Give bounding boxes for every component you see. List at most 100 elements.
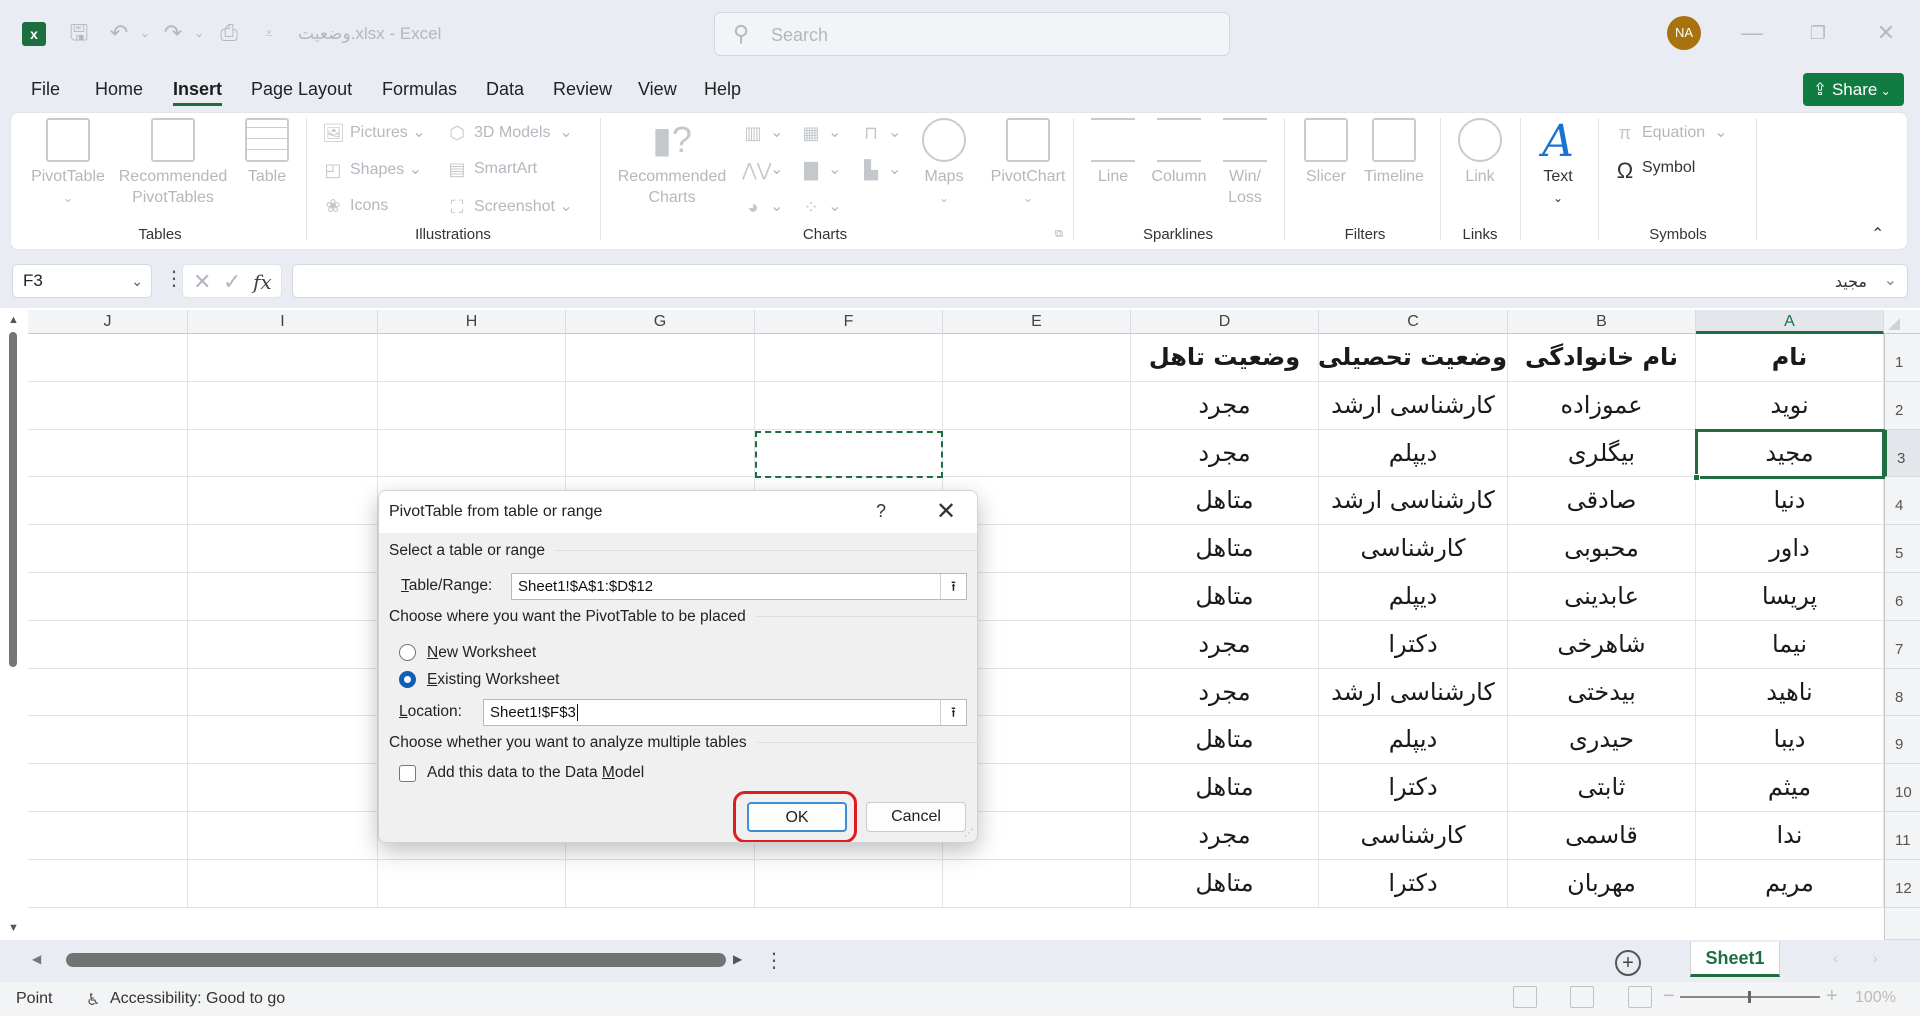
column-header-c[interactable]: C bbox=[1319, 310, 1508, 334]
table-cell[interactable] bbox=[188, 764, 378, 812]
table-cell[interactable]: کارشناسی bbox=[1319, 812, 1508, 860]
scroll-down-icon[interactable]: ▼ bbox=[8, 922, 19, 934]
prev-sheet-icon[interactable]: ‹ bbox=[1833, 950, 1838, 966]
smartart-button[interactable]: ▤ SmartArt bbox=[446, 159, 537, 179]
header-cell[interactable]: وضعیت تاهل bbox=[1131, 334, 1319, 382]
table-cell[interactable]: نیما bbox=[1696, 620, 1884, 669]
column-header-a[interactable]: A bbox=[1696, 310, 1884, 334]
zoom-out-icon[interactable]: − bbox=[1663, 985, 1675, 1008]
existing-worksheet-label[interactable]: Existing Worksheet bbox=[427, 671, 559, 689]
table-cell[interactable] bbox=[566, 429, 755, 478]
header-cell[interactable]: نام خانوادگی bbox=[1508, 334, 1696, 382]
expand-formula-icon[interactable]: ⌄ bbox=[1884, 270, 1897, 290]
column-header-j[interactable]: J bbox=[28, 310, 188, 334]
table-cell[interactable] bbox=[943, 381, 1131, 430]
table-cell[interactable] bbox=[28, 525, 188, 573]
formula-input[interactable]: مجید ⌄ bbox=[292, 264, 1908, 298]
pivottable-button[interactable]: PivotTable ⌄ bbox=[26, 118, 110, 209]
table-cell[interactable]: دکترا bbox=[1319, 859, 1508, 908]
page-layout-view-icon[interactable] bbox=[1570, 986, 1594, 1008]
table-cell[interactable] bbox=[28, 716, 188, 765]
maps-button[interactable]: Maps ⌄ bbox=[916, 118, 972, 209]
table-cell[interactable]: پریسا bbox=[1696, 573, 1884, 621]
data-model-label[interactable]: Add this data to the Data Model bbox=[427, 764, 644, 782]
tab-help[interactable]: Help bbox=[704, 78, 741, 106]
scatter-chart-button[interactable]: ⁘ ⌄ bbox=[800, 196, 841, 217]
scroll-right-icon[interactable]: ▶ bbox=[733, 952, 742, 966]
sparkline-column-button[interactable]: Column bbox=[1146, 118, 1212, 187]
row-header[interactable]: 1 bbox=[1884, 334, 1920, 382]
pie-chart-button[interactable]: ◕ ⌄ bbox=[742, 196, 784, 217]
table-cell[interactable] bbox=[188, 429, 378, 478]
table-cell[interactable]: متاهل bbox=[1131, 859, 1319, 908]
statistic-chart-button[interactable]: ▇ ⌄ bbox=[800, 159, 841, 180]
link-button[interactable]: Link bbox=[1452, 118, 1508, 187]
timeline-button[interactable]: Timeline bbox=[1358, 118, 1430, 187]
table-cell[interactable]: دنیا bbox=[1696, 477, 1884, 526]
text-button[interactable]: A Text ⌄ bbox=[1530, 118, 1586, 209]
table-cell[interactable] bbox=[378, 381, 566, 430]
table-cell[interactable]: کارشناسی ارشد bbox=[1319, 381, 1508, 430]
charts-dialog-launcher-icon[interactable]: ⧉ bbox=[1055, 228, 1063, 241]
table-cell[interactable] bbox=[28, 764, 188, 812]
table-cell[interactable] bbox=[378, 859, 566, 908]
row-header[interactable]: 4 bbox=[1884, 477, 1920, 526]
collapse-dialog-icon[interactable]: ⭱ bbox=[940, 574, 966, 599]
save-icon[interactable]: 🖫 bbox=[66, 20, 92, 46]
slicer-button[interactable]: Slicer bbox=[1298, 118, 1354, 187]
table-cell[interactable]: قاسمی bbox=[1508, 812, 1696, 860]
row-header[interactable]: 11 bbox=[1884, 812, 1920, 860]
table-cell[interactable]: کارشناسی ارشد bbox=[1319, 668, 1508, 717]
table-cell[interactable] bbox=[943, 859, 1131, 908]
header-cell[interactable] bbox=[943, 334, 1131, 382]
symbol-button[interactable]: Ω Symbol bbox=[1614, 158, 1696, 183]
collapse-dialog-icon[interactable]: ⭱ bbox=[940, 700, 966, 725]
minimize-icon[interactable]: — bbox=[1732, 18, 1772, 48]
scroll-up-icon[interactable]: ▲ bbox=[8, 314, 19, 326]
column-header-i[interactable]: I bbox=[188, 310, 378, 334]
undo-icon[interactable]: ↶ bbox=[106, 20, 132, 46]
header-cell[interactable] bbox=[28, 334, 188, 382]
table-cell[interactable] bbox=[188, 668, 378, 717]
table-cell[interactable] bbox=[28, 429, 188, 478]
table-cell[interactable]: عابدینی bbox=[1508, 573, 1696, 621]
tab-file[interactable]: File bbox=[31, 78, 60, 106]
shapes-button[interactable]: ◰ Shapes ⌄ bbox=[322, 159, 422, 180]
row-header[interactable]: 12 bbox=[1884, 859, 1920, 908]
row-header[interactable] bbox=[1884, 907, 1920, 940]
screenshot-button[interactable]: ⛶ Screenshot ⌄ bbox=[446, 196, 573, 217]
table-cell[interactable] bbox=[28, 812, 188, 860]
column-header-g[interactable]: G bbox=[566, 310, 755, 334]
table-cell[interactable]: مجرد bbox=[1131, 381, 1319, 430]
close-icon[interactable]: ✕ bbox=[1866, 18, 1906, 48]
table-button[interactable]: Table bbox=[240, 118, 294, 187]
table-cell[interactable] bbox=[28, 573, 188, 621]
column-header-d[interactable]: D bbox=[1131, 310, 1319, 334]
table-cell[interactable]: ثابتی bbox=[1508, 764, 1696, 812]
table-cell[interactable]: مجرد bbox=[1131, 620, 1319, 669]
hierarchy-chart-button[interactable]: ▦ ⌄ bbox=[800, 122, 841, 143]
table-cell[interactable] bbox=[188, 573, 378, 621]
tab-home[interactable]: Home bbox=[95, 78, 143, 106]
undo-dropdown-icon[interactable]: ⌄ bbox=[132, 20, 158, 46]
data-model-checkbox[interactable] bbox=[399, 765, 416, 782]
search-box[interactable]: ⚲ Search bbox=[714, 12, 1230, 56]
insert-function-icon[interactable]: fx bbox=[253, 270, 272, 294]
table-cell[interactable]: دیپلم bbox=[1319, 573, 1508, 621]
existing-worksheet-radio[interactable] bbox=[399, 671, 416, 688]
cancel-icon[interactable]: ✕ bbox=[193, 269, 211, 295]
normal-view-icon[interactable] bbox=[1513, 986, 1537, 1008]
customize-toolbar-icon[interactable]: ⩡ bbox=[256, 20, 282, 46]
select-all-corner[interactable] bbox=[1884, 310, 1920, 334]
table-cell[interactable] bbox=[188, 620, 378, 669]
tab-view[interactable]: View bbox=[638, 78, 677, 106]
new-worksheet-label[interactable]: New Worksheet bbox=[427, 644, 536, 662]
line-chart-button[interactable]: ⋀⋁⌄ bbox=[742, 159, 783, 180]
row-header[interactable]: 5 bbox=[1884, 525, 1920, 573]
table-cell[interactable] bbox=[188, 381, 378, 430]
redo-dropdown-icon[interactable]: ⌄ bbox=[186, 20, 212, 46]
table-cell[interactable]: محبوبی bbox=[1508, 525, 1696, 573]
print-preview-icon[interactable]: ⎙ bbox=[216, 20, 242, 46]
collapse-ribbon-icon[interactable]: ⌃ bbox=[1871, 224, 1884, 244]
table-cell[interactable]: متاهل bbox=[1131, 525, 1319, 573]
